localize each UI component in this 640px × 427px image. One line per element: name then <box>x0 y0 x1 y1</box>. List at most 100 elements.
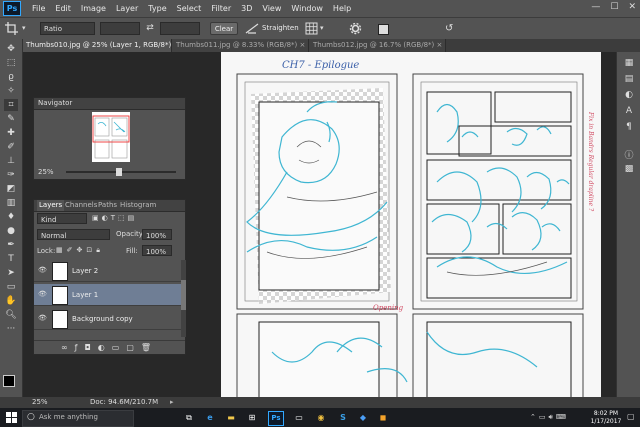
menu-type[interactable]: Type <box>143 4 171 13</box>
menu-help[interactable]: Help <box>328 4 356 13</box>
layers-scrollbar[interactable] <box>181 260 186 337</box>
tab-layers[interactable]: Layers <box>37 200 65 211</box>
move-tool-icon[interactable]: ✥ <box>4 43 18 55</box>
crop-tool-icon[interactable]: ⌗ <box>4 99 18 111</box>
notifications-icon[interactable]: ▢ <box>627 412 635 421</box>
adjustments-icon[interactable]: ◐ <box>622 90 636 102</box>
tab-thumbs010[interactable]: Thumbs010.jpg @ 25% (Layer 1, RGB/8*) × <box>22 39 172 52</box>
chrome-icon[interactable]: ◉ <box>314 411 328 424</box>
mask-icon[interactable]: ◘ <box>84 343 97 352</box>
minimize-button[interactable]: — <box>591 2 600 12</box>
gear-icon[interactable] <box>349 22 362 35</box>
swatches-icon[interactable]: ▩ <box>622 164 636 176</box>
opacity-field[interactable]: 100% <box>142 229 172 240</box>
dodge-tool-icon[interactable]: ● <box>4 225 18 237</box>
photoshop-taskbar-icon[interactable]: Ps <box>268 411 284 426</box>
layer-name[interactable]: Layer 2 <box>72 260 98 282</box>
menu-layer[interactable]: Layer <box>111 4 143 13</box>
eraser-icon[interactable]: ◩ <box>4 183 18 195</box>
type-tool-icon[interactable]: T <box>4 253 18 265</box>
app-icon[interactable]: ◆ <box>356 411 370 424</box>
gradient-tool-icon[interactable]: ▥ <box>4 197 18 209</box>
layer-row[interactable]: 👁︎ Layer 2 <box>34 260 181 282</box>
blend-mode-select[interactable]: Normal <box>37 229 110 240</box>
layer-name[interactable]: Layer 1 <box>72 284 98 306</box>
fill-field[interactable]: 100% <box>142 245 172 256</box>
tab-thumbs012[interactable]: Thumbs012.jpg @ 16.7% (RGB/8*) × <box>309 39 446 52</box>
navigator-zoom[interactable]: 25% <box>38 168 54 176</box>
lasso-tool-icon[interactable]: ϱ <box>4 71 18 83</box>
properties-icon[interactable]: ▤ <box>622 74 636 86</box>
clock[interactable]: 8:02 PM 1/17/2017 <box>588 410 624 426</box>
group-icon[interactable]: ▭ <box>112 343 127 352</box>
tab-channels[interactable]: Channels <box>65 200 97 211</box>
rectangle-tool-icon[interactable]: ▭ <box>4 281 18 293</box>
chevron-down-icon[interactable]: ▾ <box>22 22 30 35</box>
visibility-eye-icon[interactable]: 👁︎ <box>38 314 47 323</box>
edge-icon[interactable]: e <box>203 411 217 424</box>
canvas-area[interactable]: CH7 - Epilogue Opening Fix in Bandrs Reg… <box>187 52 616 397</box>
history-brush-icon[interactable]: ✑ <box>4 169 18 181</box>
hand-tool-icon[interactable]: ✋ <box>4 295 18 307</box>
info-icon[interactable]: ⓘ <box>622 148 636 161</box>
visibility-eye-icon[interactable]: 👁︎ <box>38 290 47 299</box>
menu-3d[interactable]: 3D <box>236 4 257 13</box>
character-icon[interactable]: A <box>622 106 636 118</box>
link-icon[interactable]: ∞ <box>61 343 75 352</box>
foreground-color-swatch[interactable] <box>3 375 15 387</box>
clear-button[interactable]: Clear <box>210 22 238 35</box>
eyedropper-icon[interactable]: ✎ <box>4 113 18 125</box>
navigator-thumbnail[interactable] <box>92 112 130 162</box>
close-button[interactable]: ✕ <box>628 2 636 12</box>
layer-filter-kind[interactable]: Kind <box>37 213 87 224</box>
file-explorer-icon[interactable]: ▬ <box>224 411 238 424</box>
marquee-tool-icon[interactable]: ⬚ <box>4 57 18 69</box>
app-icon-2[interactable]: ◼ <box>376 411 390 424</box>
menu-edit[interactable]: Edit <box>50 4 76 13</box>
reset-icon[interactable]: ↺ <box>445 22 457 35</box>
trash-icon[interactable]: 🗑︎ <box>141 343 158 352</box>
status-zoom[interactable]: 25% <box>32 397 48 408</box>
tab-histogram[interactable]: Histogram <box>120 200 156 211</box>
new-layer-icon[interactable]: ▢ <box>126 343 141 352</box>
height-field[interactable] <box>160 22 200 35</box>
menu-view[interactable]: View <box>257 4 286 13</box>
system-tray-icons[interactable]: ⌃▭🔊︎⌨ <box>530 413 569 422</box>
straighten-label[interactable]: Straighten <box>262 22 302 35</box>
menu-window[interactable]: Window <box>286 4 328 13</box>
clone-stamp-icon[interactable]: ⊥ <box>4 155 18 167</box>
swap-icon[interactable]: ⇄ <box>144 22 156 35</box>
zoom-slider[interactable] <box>66 168 176 176</box>
ratio-select[interactable]: Ratio <box>40 22 95 35</box>
layer-row[interactable]: 👁︎ Layer 1 <box>34 284 181 306</box>
filter-icons[interactable]: ▣◐T⬚▤ <box>92 214 137 222</box>
menu-file[interactable]: File <box>27 4 50 13</box>
blur-tool-icon[interactable]: ♦ <box>4 211 18 223</box>
task-view-icon[interactable]: ⧉ <box>182 411 196 424</box>
folder-icon[interactable]: ▭ <box>292 411 306 424</box>
magic-wand-icon[interactable]: ✧ <box>4 85 18 97</box>
tab-thumbs011[interactable]: Thumbs011.jpg @ 8.33% (RGB/8*) × <box>172 39 309 52</box>
straighten-icon[interactable] <box>245 22 259 35</box>
adjustment-icon[interactable]: ◐ <box>98 343 112 352</box>
menu-select[interactable]: Select <box>172 4 207 13</box>
history-icon[interactable]: ▦ <box>622 58 636 70</box>
paragraph-icon[interactable]: ¶ <box>622 122 636 134</box>
layer-row[interactable]: 👁︎ Background copy <box>34 308 181 330</box>
grid-overlay-icon[interactable] <box>305 22 318 35</box>
more-tools-icon[interactable]: ··· <box>4 323 18 335</box>
brush-tool-icon[interactable]: ✐ <box>4 141 18 153</box>
menu-filter[interactable]: Filter <box>206 4 236 13</box>
store-icon[interactable]: ⊞ <box>245 411 259 424</box>
skype-icon[interactable]: S <box>336 411 350 424</box>
healing-brush-icon[interactable]: ✚ <box>4 127 18 139</box>
maximize-button[interactable]: ☐ <box>610 2 618 12</box>
checkbox[interactable] <box>378 22 390 35</box>
tab-paths[interactable]: Paths <box>98 200 117 211</box>
fx-icon[interactable]: ƒ <box>75 343 85 352</box>
lock-icons[interactable]: ▦✐✥⊡🔒︎ <box>56 246 104 255</box>
layer-name[interactable]: Background copy <box>72 308 133 330</box>
status-arrow-icon[interactable]: ▸ <box>170 397 174 408</box>
windows-start-icon[interactable] <box>6 412 17 425</box>
width-field[interactable] <box>100 22 140 35</box>
